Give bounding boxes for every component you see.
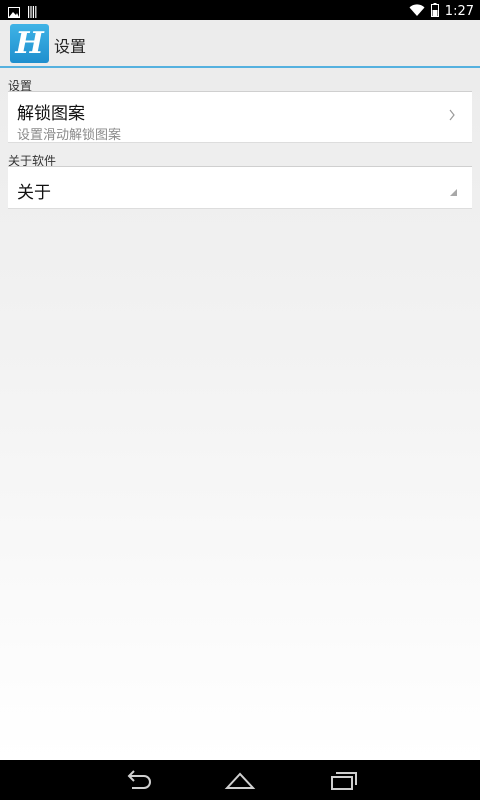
battery-icon [430, 2, 439, 21]
pref-about[interactable]: 关于 [8, 167, 472, 209]
recents-icon[interactable] [328, 768, 360, 792]
back-icon[interactable] [122, 768, 154, 792]
navigation-bar [0, 760, 480, 800]
chevron-right-icon [448, 107, 456, 126]
pref-summary: 设置滑动解锁图案 [17, 128, 122, 143]
pref-title: 关于 [17, 183, 51, 203]
pref-title: 解锁图案 [17, 104, 85, 124]
wifi-icon [409, 2, 425, 21]
page-title: 设置 [54, 37, 87, 56]
action-bar: H 设置 [0, 20, 480, 68]
settings-list: 设置 解锁图案 设置滑动解锁图案 关于软件 关于 [0, 68, 480, 760]
status-bar: 1:27 [0, 0, 480, 20]
home-icon[interactable] [224, 768, 256, 792]
pref-unlock-pattern[interactable]: 解锁图案 设置滑动解锁图案 [8, 92, 472, 143]
corner-triangle-icon [450, 189, 457, 196]
clock-time: 1:27 [444, 3, 474, 19]
app-logo-icon[interactable]: H [10, 24, 49, 63]
